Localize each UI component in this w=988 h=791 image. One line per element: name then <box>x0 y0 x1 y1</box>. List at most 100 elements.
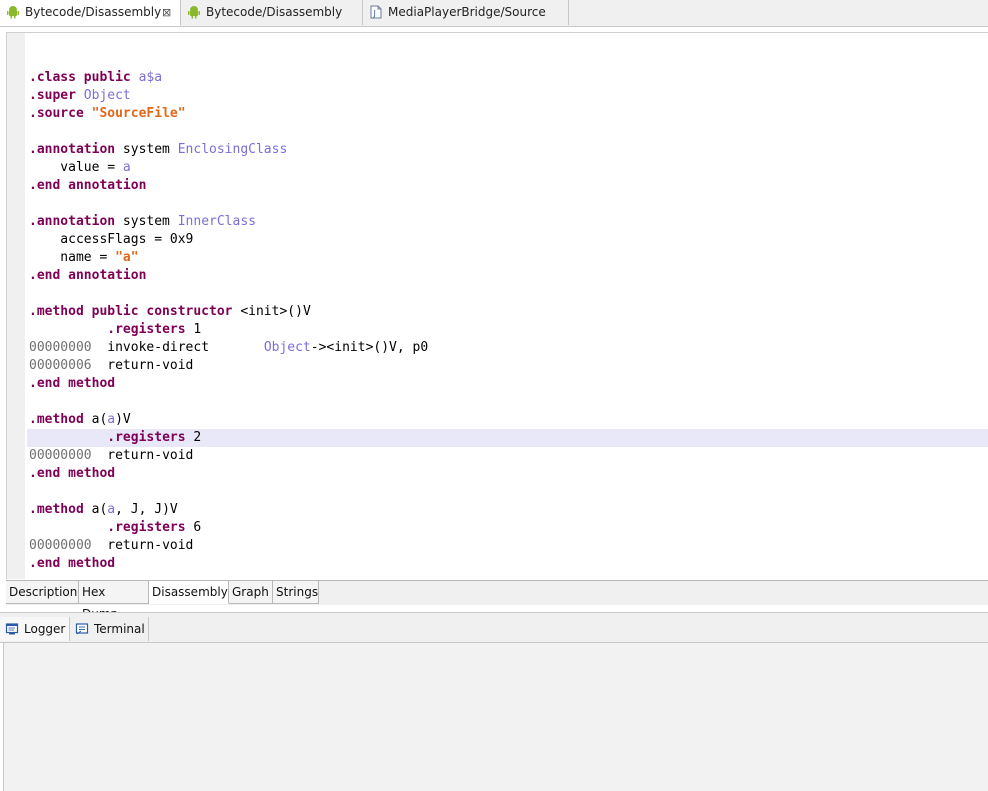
android-icon <box>188 6 200 19</box>
tab-label: Strings <box>276 585 319 599</box>
tab-label: Terminal <box>94 622 145 636</box>
code-line[interactable]: value = a <box>27 159 988 177</box>
editor-tab-bar: Bytecode/Disassembly ⊠ Bytecode/Disassem… <box>0 0 988 27</box>
code-line[interactable]: .end annotation <box>27 177 988 195</box>
code-line[interactable]: ​ <box>27 285 988 303</box>
code-line[interactable]: name = "a" <box>27 249 988 267</box>
code-token: accessFlags = 0x9 <box>29 232 194 247</box>
editor-ruler <box>7 33 25 579</box>
code-token: .end method <box>29 556 116 571</box>
code-line[interactable]: .end method <box>27 465 988 483</box>
code-line[interactable]: .registers 6 <box>27 519 988 537</box>
code-line[interactable]: ​ <box>27 123 988 141</box>
tab-logger[interactable]: Logger <box>0 617 70 641</box>
code-token: .registers <box>107 520 194 535</box>
code-token: .annotation <box>29 214 123 229</box>
disassembly-editor[interactable]: ​.class public a$a.super Object.source "… <box>6 32 988 579</box>
logger-console[interactable] <box>3 643 988 791</box>
tab-terminal[interactable]: Terminal <box>70 617 149 641</box>
code-token: return-void <box>91 538 194 553</box>
code-token: .method public constructor <box>29 304 241 319</box>
editor-tab-label: Bytecode/Disassembly <box>25 5 162 19</box>
tab-label: Graph <box>232 585 269 599</box>
code-token: 00000006 <box>29 358 92 373</box>
code-line[interactable]: .annotation system InnerClass <box>27 213 988 231</box>
code-line[interactable]: 00000006 return-void <box>27 357 988 375</box>
view-tab-bar: Description Hex Dump Disassembly Graph S… <box>6 580 988 621</box>
code-token: .end method <box>29 376 116 391</box>
code-token: "a" <box>115 250 139 265</box>
editor-tab-bytecode-disassembly-1[interactable]: Bytecode/Disassembly ⊠ <box>0 0 181 26</box>
code-token: "SourceFile" <box>91 106 186 121</box>
code-line[interactable]: .method a(a, J, J)V <box>27 501 988 519</box>
code-line[interactable]: ​ <box>27 573 988 579</box>
code-line[interactable]: ​ <box>27 195 988 213</box>
code-line[interactable]: .end method <box>27 555 988 573</box>
terminal-icon <box>75 623 89 635</box>
code-token: name = <box>29 250 116 265</box>
code-line[interactable]: .registers 2 <box>27 429 988 447</box>
code-line[interactable]: 00000000 return-void <box>27 537 988 555</box>
tab-strings[interactable]: Strings <box>273 581 319 604</box>
tab-disassembly[interactable]: Disassembly <box>149 581 229 604</box>
code-token: a$a <box>138 70 163 85</box>
code-line[interactable]: .class public a$a <box>27 69 988 87</box>
code-token: system <box>122 142 178 157</box>
code-token: return-void <box>91 448 194 463</box>
code-token: .method <box>29 502 92 517</box>
code-line[interactable]: .method a(a)V <box>27 411 988 429</box>
editor-tab-label: Bytecode/Disassembly <box>206 5 343 19</box>
code-line[interactable]: 00000000 return-void <box>27 447 988 465</box>
code-token: EnclosingClass <box>177 142 288 157</box>
code-token: <init>()V <box>240 304 311 319</box>
code-line[interactable]: .end method <box>27 375 988 393</box>
editor-tab-mediaplayerbridge-source[interactable]: J MediaPlayerBridge/Source <box>363 0 569 25</box>
code-token: a( <box>91 502 108 517</box>
code-token: invoke-direct <box>91 340 264 355</box>
code-line[interactable]: accessFlags = 0x9 <box>27 231 988 249</box>
tab-label: Disassembly <box>152 585 228 599</box>
code-token: 1 <box>193 322 202 337</box>
code-token: .super <box>29 88 84 103</box>
code-listing[interactable]: ​.class public a$a.super Object.source "… <box>27 51 988 579</box>
console-tab-bar: Logger Terminal <box>0 617 988 643</box>
code-token: -><init>()V, p0 <box>310 340 429 355</box>
code-token: .registers <box>107 322 194 337</box>
svg-text:J: J <box>373 9 376 18</box>
code-line[interactable]: ​ <box>27 51 988 69</box>
code-token: system <box>122 214 178 229</box>
tab-label: Description <box>9 585 78 599</box>
code-token: )V <box>115 412 131 427</box>
close-tab-icon[interactable]: ⊠ <box>162 0 171 25</box>
code-line[interactable]: .registers 1 <box>27 321 988 339</box>
editor-tab-label: MediaPlayerBridge/Source <box>388 5 546 19</box>
tab-label: Logger <box>24 622 66 636</box>
code-token: .annotation <box>29 142 123 157</box>
logger-icon <box>5 623 19 635</box>
editor-tab-bytecode-disassembly-2[interactable]: Bytecode/Disassembly <box>181 0 363 25</box>
code-token: a( <box>91 412 108 427</box>
tab-hex-dump[interactable]: Hex Dump <box>79 581 149 621</box>
code-line[interactable]: 00000000 invoke-direct Object-><init>()V… <box>27 339 988 357</box>
code-line[interactable]: .source "SourceFile" <box>27 105 988 123</box>
code-token: a <box>107 502 116 517</box>
code-token: .end method <box>29 466 116 481</box>
code-token: 00000000 <box>29 448 92 463</box>
tab-graph[interactable]: Graph <box>229 581 273 604</box>
code-token: Object <box>263 340 311 355</box>
code-line[interactable]: .end annotation <box>27 267 988 285</box>
code-line[interactable]: ​ <box>27 393 988 411</box>
code-token: , J, J)V <box>115 502 178 517</box>
code-token: .method <box>29 412 92 427</box>
code-line[interactable]: .annotation system EnclosingClass <box>27 141 988 159</box>
code-token: a <box>122 160 131 175</box>
tab-description[interactable]: Description <box>6 581 79 604</box>
code-line[interactable]: ​ <box>27 483 988 501</box>
code-token: 00000000 <box>29 340 92 355</box>
code-token: 2 <box>193 430 202 445</box>
code-line[interactable]: .super Object <box>27 87 988 105</box>
code-line[interactable]: .method public constructor <init>()V <box>27 303 988 321</box>
